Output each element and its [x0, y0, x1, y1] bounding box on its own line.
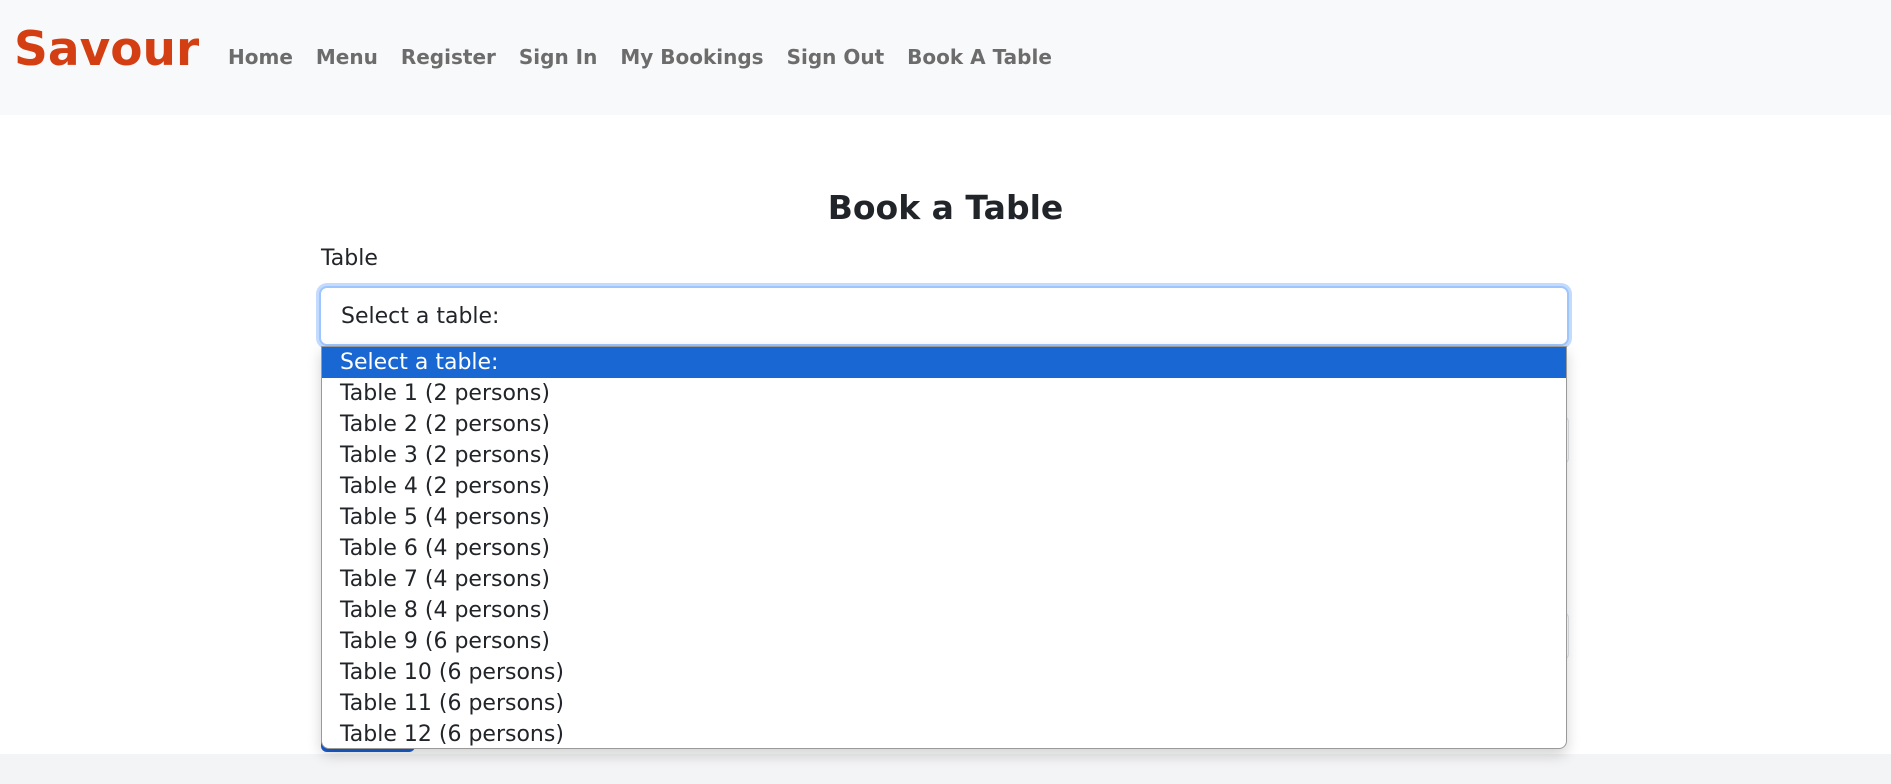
option-table-4[interactable]: Table 4 (2 persons) — [322, 471, 1566, 502]
nav-link-menu[interactable]: Menu — [316, 44, 378, 70]
option-table-2[interactable]: Table 2 (2 persons) — [322, 409, 1566, 440]
option-placeholder[interactable]: Select a table: — [322, 347, 1566, 378]
table-label: Table — [321, 246, 378, 271]
option-table-9[interactable]: Table 9 (6 persons) — [322, 626, 1566, 657]
table-select[interactable]: Select a table: — [319, 286, 1569, 346]
option-table-11[interactable]: Table 11 (6 persons) — [322, 688, 1566, 719]
nav-link-book-a-table[interactable]: Book A Table — [907, 44, 1052, 70]
option-table-12[interactable]: Table 12 (6 persons) — [322, 719, 1566, 748]
nav-link-my-bookings[interactable]: My Bookings — [620, 44, 763, 70]
option-table-7[interactable]: Table 7 (4 persons) — [322, 564, 1566, 595]
navbar: Savour Home Menu Register Sign In My Boo… — [0, 0, 1891, 115]
option-table-8[interactable]: Table 8 (4 persons) — [322, 595, 1566, 626]
nav-link-sign-out[interactable]: Sign Out — [787, 44, 885, 70]
page-title: Book a Table — [827, 188, 1064, 227]
nav-links: Home Menu Register Sign In My Bookings S… — [228, 44, 1075, 70]
brand-logo[interactable]: Savour — [14, 22, 199, 78]
option-table-3[interactable]: Table 3 (2 persons) — [322, 440, 1566, 471]
table-select-value: Select a table: — [341, 304, 500, 329]
table-select-dropdown[interactable]: Select a table: Table 1 (2 persons) Table … — [321, 346, 1567, 749]
footer — [0, 754, 1891, 784]
nav-link-home[interactable]: Home — [228, 44, 293, 70]
option-table-10[interactable]: Table 10 (6 persons) — [322, 657, 1566, 688]
option-table-6[interactable]: Table 6 (4 persons) — [322, 533, 1566, 564]
nav-link-register[interactable]: Register — [401, 44, 496, 70]
nav-link-sign-in[interactable]: Sign In — [519, 44, 597, 70]
option-table-5[interactable]: Table 5 (4 persons) — [322, 502, 1566, 533]
option-table-1[interactable]: Table 1 (2 persons) — [322, 378, 1566, 409]
